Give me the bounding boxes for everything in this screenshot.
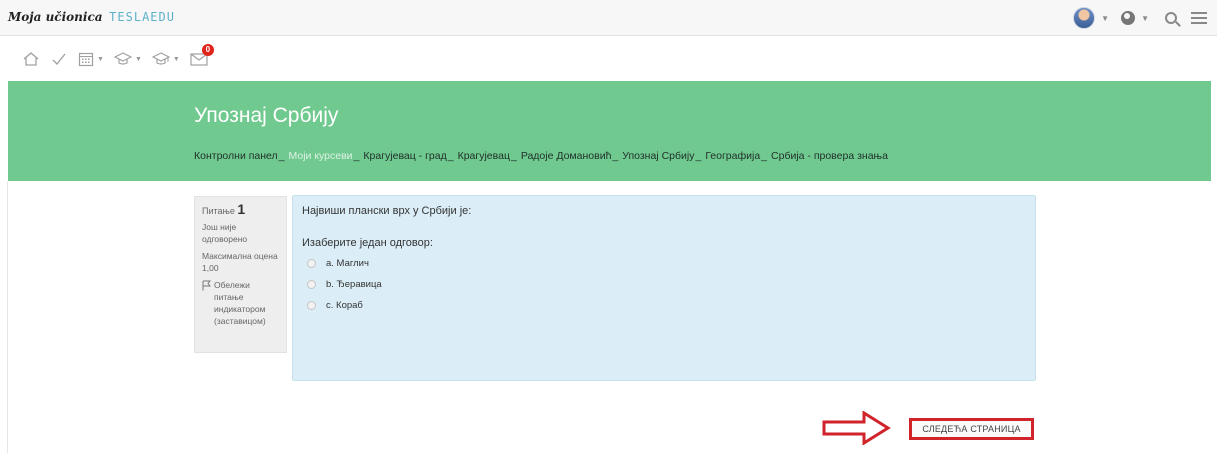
answer-options: a. Маглич b. Ђеравица c. Кораб — [307, 253, 382, 316]
graduation-cap-icon[interactable]: ▼ — [113, 51, 142, 67]
question-label: Питање — [202, 206, 235, 216]
breadcrumb: Контролни панел_ Моји курсеви_ Крагујевац … — [194, 150, 888, 162]
calendar-icon[interactable]: ▼ — [78, 51, 104, 67]
chevron-down-icon: ▼ — [97, 55, 104, 63]
breadcrumb-my-courses[interactable]: Моји курсеви — [289, 150, 353, 162]
divider — [7, 181, 8, 453]
breadcrumb-kragujevac[interactable]: Крагујевац — [458, 150, 510, 162]
chevron-down-icon[interactable]: ▼ — [1101, 14, 1109, 23]
user-avatar-icon[interactable] — [1073, 7, 1096, 29]
question-number: Питање 1 — [202, 201, 279, 217]
top-bar: Moja učionica TESLAEDU ▼ ▼ — [0, 0, 1217, 36]
answer-option-c[interactable]: c. Кораб — [307, 295, 382, 316]
radio-button[interactable] — [307, 280, 316, 289]
radio-button[interactable] — [307, 301, 316, 310]
logo-tesla: TESLAEDU — [109, 10, 175, 24]
question-max-grade: Максимална оцена 1,00 — [202, 251, 278, 273]
user-controls: ▼ ▼ — [1073, 6, 1207, 30]
messages-count-badge: 0 — [201, 44, 214, 56]
answer-label: c. Кораб — [326, 300, 363, 311]
breadcrumb-quiz: Србија - провера знања — [771, 150, 888, 162]
course-header: Упознај Србију Контролни панел_ Моји курс… — [8, 81, 1211, 181]
search-icon[interactable] — [1165, 12, 1177, 24]
flag-question-link[interactable]: Обележи питање индикатором (заставицом) — [202, 279, 279, 327]
chevron-down-icon[interactable]: ▼ — [1141, 14, 1149, 23]
chevron-down-icon: ▼ — [134, 55, 142, 63]
breadcrumb-course[interactable]: Упознај Србију — [622, 150, 694, 162]
hamburger-menu-icon[interactable] — [1191, 12, 1207, 24]
breadcrumb-school[interactable]: Радоје Домановић — [521, 150, 612, 162]
globe-icon[interactable] — [1121, 11, 1136, 25]
arrow-right-icon — [822, 411, 891, 445]
site-logo[interactable]: Moja učionica TESLAEDU — [8, 9, 175, 24]
page-title: Упознај Србију — [194, 104, 339, 127]
question-status: Још није одговорено — [202, 222, 248, 244]
question-info-panel: Питање 1 Још није одговорено Максимална … — [194, 196, 287, 353]
breadcrumb-dashboard[interactable]: Контролни панел — [194, 150, 278, 162]
question-text: Највиши плански врх у Србији је: — [302, 205, 472, 217]
answer-label: b. Ђеравица — [326, 279, 382, 290]
check-icon[interactable] — [50, 51, 68, 67]
next-page-button[interactable]: СЛЕДЕЋА СТРАНИЦА — [909, 418, 1034, 440]
breadcrumb-geography[interactable]: Географија — [705, 150, 760, 162]
nav-toolbar: ▼ ▼ ▼ 0 — [0, 37, 1217, 81]
question-content: Највиши плански врх у Србији је: Изабери… — [292, 195, 1036, 381]
answer-option-b[interactable]: b. Ђеравица — [307, 274, 382, 295]
answer-option-a[interactable]: a. Маглич — [307, 253, 382, 274]
answer-prompt: Изаберите један одговор: — [302, 237, 433, 249]
chevron-down-icon: ▼ — [172, 55, 180, 63]
breadcrumb-kragujevac-city[interactable]: Крагујевац - град — [363, 150, 446, 162]
envelope-icon[interactable]: 0 — [190, 44, 214, 66]
logo-script: Moja učionica — [8, 10, 103, 24]
home-icon[interactable] — [22, 51, 40, 67]
graduation-cap-outline-icon[interactable]: ▼ — [151, 51, 180, 67]
question-number-value: 1 — [237, 201, 246, 217]
answer-label: a. Маглич — [326, 258, 369, 269]
radio-button[interactable] — [307, 259, 316, 268]
flag-icon — [202, 280, 211, 291]
flag-question-label: Обележи питање индикатором (заставицом) — [214, 280, 266, 326]
